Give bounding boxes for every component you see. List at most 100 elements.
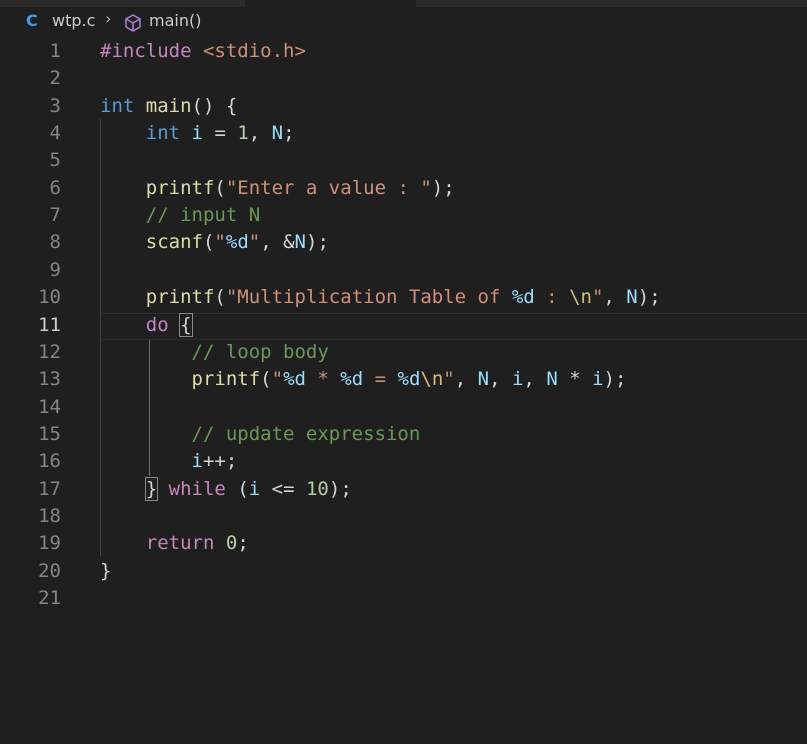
code-token: ; — [283, 122, 295, 145]
code-token: " — [248, 231, 261, 254]
line-number[interactable]: 3 — [11, 93, 61, 120]
code-line[interactable]: 21 — [0, 585, 807, 612]
code-line[interactable]: 11 do { — [0, 312, 807, 339]
code-line[interactable]: 10 printf("Multiplication Table of %d : … — [0, 284, 807, 311]
code-text[interactable]: printf("Enter a value : "); — [100, 175, 455, 202]
code-text[interactable]: // loop body — [100, 339, 329, 366]
code-line[interactable]: 18 — [0, 503, 807, 530]
code-token: printf — [145, 286, 215, 309]
code-token: N — [271, 122, 284, 145]
code-text[interactable]: printf("Multiplication Table of %d : \n"… — [100, 284, 661, 311]
code-token: return — [145, 532, 215, 555]
code-line[interactable]: 20} — [0, 558, 807, 585]
code-line[interactable]: 6 printf("Enter a value : "); — [0, 175, 807, 202]
line-number[interactable]: 5 — [11, 147, 61, 174]
code-token: ( — [214, 176, 226, 199]
line-number[interactable]: 1 — [11, 38, 61, 65]
code-text[interactable]: } while (i <= 10); — [100, 476, 352, 503]
code-token: %d — [511, 286, 535, 309]
cube-icon — [123, 13, 143, 37]
code-text[interactable]: i++; — [100, 448, 238, 475]
code-text[interactable]: // input N — [100, 202, 260, 229]
code-line[interactable]: 7 // input N — [0, 202, 807, 229]
code-line[interactable]: 17 } while (i <= 10); — [0, 476, 807, 503]
line-number[interactable]: 20 — [11, 558, 61, 585]
code-token: * — [305, 368, 341, 391]
line-number[interactable]: 16 — [11, 448, 61, 475]
line-number[interactable]: 11 — [11, 312, 61, 339]
tab-strip-right — [416, 0, 807, 7]
code-token: <stdio.h> — [202, 40, 306, 62]
code-text[interactable]: } — [100, 558, 111, 585]
code-token: , — [489, 368, 512, 391]
code-token: ++; — [202, 450, 238, 473]
code-token: ( — [225, 477, 249, 500]
code-token: , — [248, 122, 272, 145]
code-text[interactable]: printf("%d * %d = %d\n", N, i, N * i); — [100, 366, 627, 393]
chevron-right-icon: › — [105, 9, 112, 28]
code-token: : — [534, 286, 570, 309]
code-token: N — [546, 368, 558, 391]
code-line[interactable]: 16 i++; — [0, 448, 807, 475]
line-number[interactable]: 12 — [11, 339, 61, 366]
line-number[interactable]: 18 — [11, 503, 61, 530]
tab-strip-left — [0, 0, 245, 7]
line-number[interactable]: 19 — [11, 530, 61, 557]
tab-bar — [0, 0, 807, 7]
line-number[interactable]: 14 — [11, 394, 61, 421]
code-token: ( — [202, 231, 215, 254]
code-text[interactable]: int main() { — [100, 93, 237, 120]
code-line[interactable]: 1 #include <stdio.h> — [0, 38, 807, 65]
code-text[interactable]: do { — [100, 312, 193, 339]
code-token: } — [144, 476, 159, 501]
line-number[interactable]: 6 — [11, 175, 61, 202]
code-line[interactable]: 3 int main() { — [0, 93, 807, 120]
line-number[interactable]: 9 — [11, 257, 61, 284]
code-text[interactable]: // update expression — [100, 421, 421, 448]
line-number[interactable]: 21 — [11, 585, 61, 612]
code-line[interactable]: 4 int i = 1, N; — [0, 120, 807, 147]
code-line[interactable]: 15 // update expression — [0, 421, 807, 448]
code-line[interactable]: 12 // loop body — [0, 339, 807, 366]
code-token: while — [168, 477, 226, 500]
line-number[interactable]: 8 — [11, 229, 61, 256]
breadcrumb-file[interactable]: wtp.c — [52, 11, 95, 30]
code-line[interactable]: 13 printf("%d * %d = %d\n", N, i, N * i)… — [0, 366, 807, 393]
code-token: N — [294, 231, 306, 254]
line-number[interactable]: 15 — [11, 421, 61, 448]
line-number[interactable]: 10 — [11, 284, 61, 311]
line-number[interactable]: 7 — [11, 202, 61, 229]
code-line[interactable]: 14 — [0, 394, 807, 421]
code-line[interactable]: 19 return 0; — [0, 530, 807, 557]
code-token: \n — [569, 286, 592, 309]
code-token: ( — [260, 368, 272, 391]
code-token: ); — [431, 176, 455, 199]
breadcrumb-symbol[interactable]: main() — [149, 11, 201, 30]
code-text[interactable]: int i = 1, N; — [100, 120, 295, 147]
code-token: = — [203, 122, 238, 145]
code-line[interactable]: 2 — [0, 65, 807, 92]
code-line[interactable]: 5 — [0, 147, 807, 174]
code-token: { — [179, 312, 193, 337]
code-token: i — [191, 122, 203, 145]
code-token: // update expression — [191, 422, 421, 445]
code-token: = — [363, 368, 398, 391]
line-number[interactable]: 17 — [11, 476, 61, 503]
line-number[interactable]: 13 — [11, 366, 61, 393]
code-line[interactable]: 9 — [0, 257, 807, 284]
code-text[interactable]: return 0; — [100, 530, 249, 557]
line-number[interactable]: 2 — [11, 65, 61, 92]
line-number[interactable]: 4 — [11, 120, 61, 147]
code-line[interactable]: 8 scanf("%d", &N); — [0, 229, 807, 256]
code-token: ); — [306, 231, 329, 254]
code-token: ( — [214, 286, 226, 309]
code-token: i — [511, 368, 524, 391]
code-text[interactable]: #include <stdio.h> — [100, 38, 306, 65]
code-text[interactable]: scanf("%d", &N); — [100, 229, 329, 256]
